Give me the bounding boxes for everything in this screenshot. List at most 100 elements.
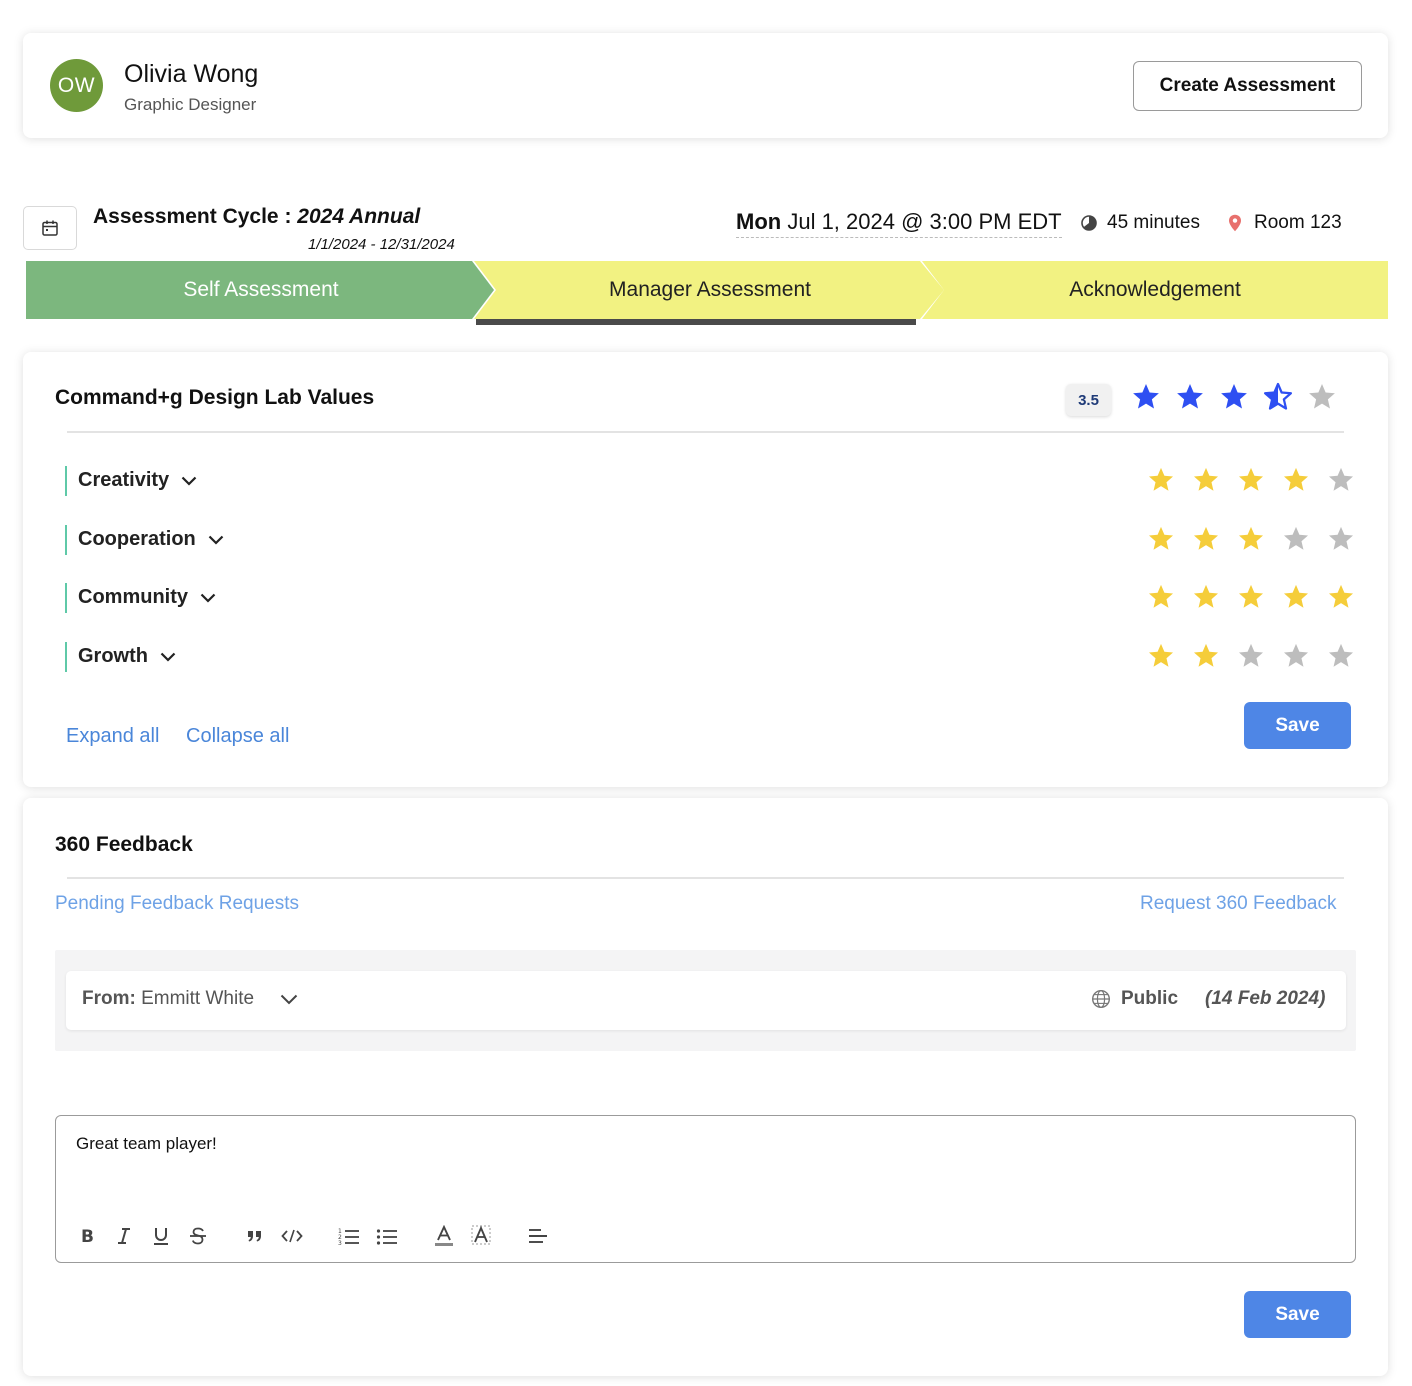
clock-icon bbox=[1081, 215, 1097, 231]
star-filled-icon[interactable] bbox=[1147, 583, 1175, 611]
chevron-down-icon bbox=[160, 652, 176, 662]
expand-all-link[interactable]: Expand all bbox=[66, 725, 159, 748]
star-empty-icon[interactable] bbox=[1282, 642, 1310, 670]
save-values-button[interactable]: Save bbox=[1244, 702, 1351, 749]
meeting-day: Mon bbox=[736, 209, 782, 234]
value-label-community: Community bbox=[78, 586, 188, 608]
star-filled-icon[interactable] bbox=[1192, 466, 1220, 494]
star-empty-icon[interactable] bbox=[1327, 466, 1355, 494]
collapse-all-link[interactable]: Collapse all bbox=[186, 725, 289, 748]
star-filled-icon[interactable] bbox=[1147, 466, 1175, 494]
save-feedback-button[interactable]: Save bbox=[1244, 1291, 1351, 1338]
meeting-room: Room 123 bbox=[1228, 212, 1342, 234]
values-divider bbox=[67, 431, 1344, 433]
value-accent-bar bbox=[65, 583, 67, 613]
overall-rating bbox=[1131, 382, 1337, 412]
values-title: Command+g Design Lab Values bbox=[55, 386, 375, 409]
feedback-editor[interactable]: Great team player! B 123 bbox=[55, 1115, 1356, 1263]
text-color-icon[interactable] bbox=[431, 1222, 457, 1250]
star-filled-icon[interactable] bbox=[1237, 525, 1265, 553]
value-rating-community[interactable] bbox=[1147, 583, 1355, 611]
value-rating-cooperation[interactable] bbox=[1147, 525, 1355, 553]
star-empty-icon[interactable] bbox=[1282, 525, 1310, 553]
pending-feedback-link[interactable]: Pending Feedback Requests bbox=[55, 893, 299, 915]
star-filled-icon[interactable] bbox=[1131, 382, 1161, 412]
step-acknowledgement-label: Acknowledgement bbox=[1069, 278, 1241, 301]
star-filled-icon[interactable] bbox=[1147, 525, 1175, 553]
feedback-title: 360 Feedback bbox=[55, 833, 193, 856]
bullet-list-icon[interactable] bbox=[374, 1222, 400, 1250]
chevron-down-icon[interactable] bbox=[280, 994, 298, 1005]
value-toggle-growth[interactable]: Growth bbox=[78, 645, 176, 668]
value-toggle-community[interactable]: Community bbox=[78, 586, 216, 609]
create-assessment-button[interactable]: Create Assessment bbox=[1133, 61, 1362, 111]
value-accent-bar bbox=[65, 466, 67, 496]
feedback-visibility: Public bbox=[1091, 988, 1178, 1010]
location-pin-icon bbox=[1229, 214, 1241, 232]
calendar-icon bbox=[42, 220, 58, 236]
svg-text:B: B bbox=[81, 1227, 94, 1246]
underline-icon[interactable] bbox=[148, 1222, 174, 1250]
feedback-from-label: From: bbox=[82, 988, 136, 1009]
star-filled-icon[interactable] bbox=[1192, 583, 1220, 611]
align-icon[interactable] bbox=[525, 1222, 551, 1250]
ordered-list-icon[interactable]: 123 bbox=[336, 1222, 362, 1250]
star-filled-icon[interactable] bbox=[1327, 583, 1355, 611]
value-rating-growth[interactable] bbox=[1147, 642, 1355, 670]
value-toggle-creativity[interactable]: Creativity bbox=[78, 469, 197, 492]
feedback-from: From: Emmitt White bbox=[82, 988, 298, 1010]
meeting-date: Jul 1, 2024 @ 3:00 PM EDT bbox=[787, 209, 1062, 234]
italic-icon[interactable] bbox=[111, 1222, 137, 1250]
star-empty-icon[interactable] bbox=[1327, 525, 1355, 553]
value-toggle-cooperation[interactable]: Cooperation bbox=[78, 528, 224, 551]
star-filled-icon[interactable] bbox=[1219, 382, 1249, 412]
feedback-item[interactable]: From: Emmitt White Public (14 Feb 2024) bbox=[66, 971, 1346, 1030]
star-empty-icon[interactable] bbox=[1327, 642, 1355, 670]
value-row-community: Community bbox=[65, 583, 1355, 613]
value-rating-creativity[interactable] bbox=[1147, 466, 1355, 494]
assessment-stepper: Self Assessment Manager Assessment Ackno… bbox=[26, 261, 1388, 325]
star-filled-icon[interactable] bbox=[1192, 525, 1220, 553]
calendar-button[interactable] bbox=[23, 206, 77, 250]
star-half-icon[interactable] bbox=[1263, 382, 1293, 412]
step-acknowledgement[interactable]: Acknowledgement bbox=[922, 261, 1388, 319]
duration-text: 45 minutes bbox=[1107, 212, 1200, 233]
request-feedback-link[interactable]: Request 360 Feedback bbox=[1140, 893, 1336, 915]
value-row-cooperation: Cooperation bbox=[65, 525, 1355, 555]
value-row-growth: Growth bbox=[65, 642, 1355, 672]
star-empty-icon[interactable] bbox=[1307, 382, 1337, 412]
star-filled-icon[interactable] bbox=[1282, 583, 1310, 611]
step-manager-assessment-label: Manager Assessment bbox=[609, 278, 811, 301]
value-row-creativity: Creativity bbox=[65, 466, 1355, 496]
room-text: Room 123 bbox=[1254, 212, 1342, 233]
quote-icon[interactable] bbox=[242, 1222, 268, 1250]
strikethrough-icon[interactable] bbox=[185, 1222, 211, 1250]
star-filled-icon[interactable] bbox=[1192, 642, 1220, 670]
step-self-assessment-label: Self Assessment bbox=[183, 278, 339, 301]
star-filled-icon[interactable] bbox=[1237, 583, 1265, 611]
bold-icon[interactable]: B bbox=[74, 1222, 100, 1250]
meeting-datetime[interactable]: Mon Jul 1, 2024 @ 3:00 PM EDT bbox=[736, 209, 1062, 238]
assessment-cycle-label: Assessment Cycle : bbox=[93, 205, 292, 228]
feedback-date: (14 Feb 2024) bbox=[1205, 988, 1326, 1009]
star-filled-icon[interactable] bbox=[1147, 642, 1175, 670]
step-self-assessment[interactable]: Self Assessment bbox=[26, 261, 496, 319]
globe-icon bbox=[1091, 989, 1111, 1009]
star-filled-icon[interactable] bbox=[1237, 466, 1265, 494]
feedback-divider bbox=[67, 877, 1344, 879]
value-accent-bar bbox=[65, 525, 67, 555]
assessment-cycle-name: 2024 Annual bbox=[297, 205, 421, 228]
meeting-duration: 45 minutes bbox=[1080, 212, 1200, 234]
step-manager-assessment[interactable]: Manager Assessment bbox=[474, 261, 946, 319]
feedback-editor-text[interactable]: Great team player! bbox=[76, 1134, 217, 1154]
chevron-down-icon bbox=[208, 535, 224, 545]
chevron-down-icon bbox=[181, 476, 197, 486]
chevron-down-icon bbox=[200, 593, 216, 603]
assessment-cycle-title: Assessment Cycle : 2024 Annual bbox=[93, 205, 420, 229]
star-filled-icon[interactable] bbox=[1282, 466, 1310, 494]
code-icon[interactable] bbox=[279, 1222, 305, 1250]
highlight-icon[interactable] bbox=[468, 1222, 494, 1250]
assessment-cycle-range: 1/1/2024 - 12/31/2024 bbox=[308, 236, 455, 253]
star-empty-icon[interactable] bbox=[1237, 642, 1265, 670]
star-filled-icon[interactable] bbox=[1175, 382, 1205, 412]
